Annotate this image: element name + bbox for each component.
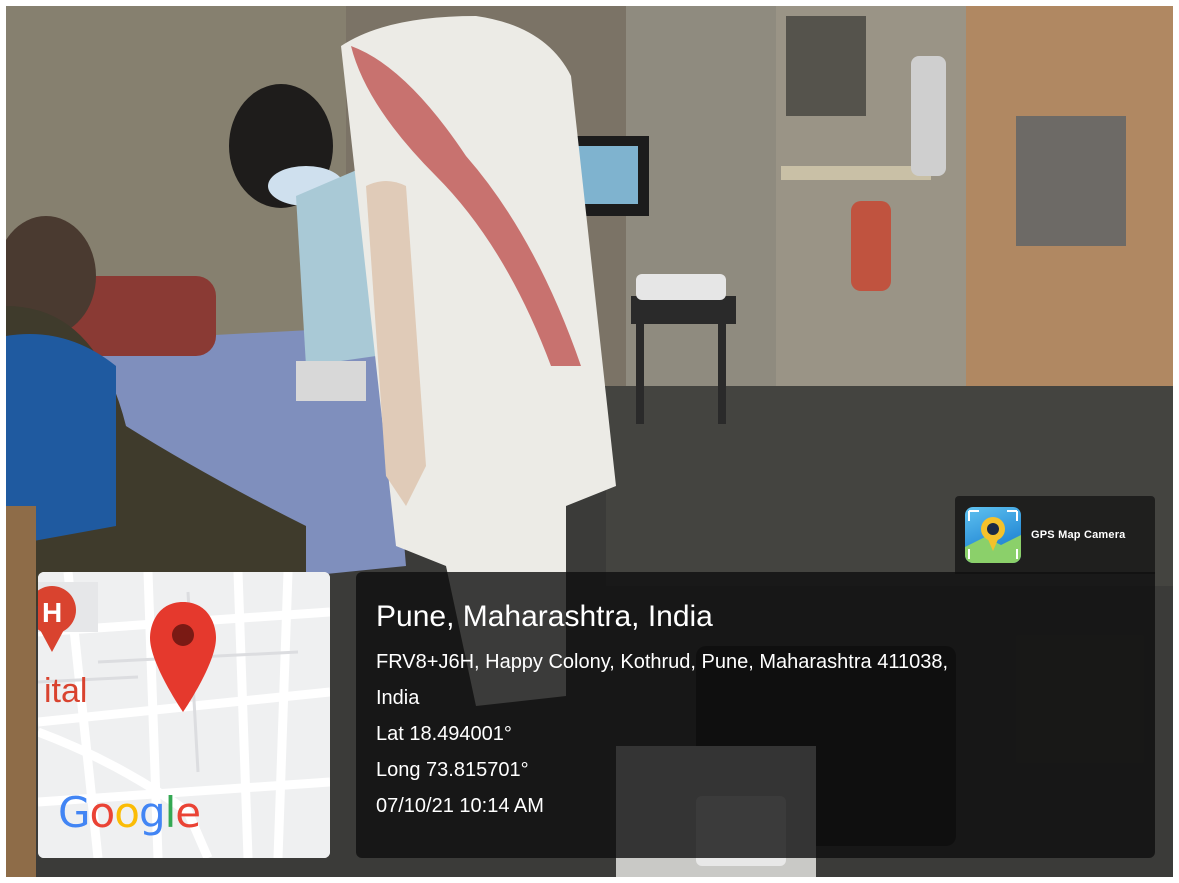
location-info-panel: Pune, Maharashtra, India FRV8+J6H, Happy… — [356, 572, 1155, 858]
location-title: Pune, Maharashtra, India — [376, 600, 713, 633]
gps-badge-label: GPS Map Camera — [1031, 529, 1126, 541]
address-line-1: FRV8+J6H, Happy Colony, Kothrud, Pune, M… — [376, 651, 949, 673]
latitude: Lat 18.494001° — [376, 723, 512, 745]
longitude: Long 73.815701° — [376, 759, 529, 781]
map-thumbnail: H ital Google — [38, 572, 330, 858]
google-logo: Google — [58, 788, 201, 837]
gps-camera-logo-icon — [965, 507, 1021, 563]
address-line-2: India — [376, 687, 420, 709]
gps-map-camera-badge: GPS Map Camera — [955, 496, 1155, 574]
timestamp: 07/10/21 10:14 AM — [376, 795, 544, 817]
photo: GPS Map Camera Pune, Maharashtra, India … — [6, 6, 1173, 877]
